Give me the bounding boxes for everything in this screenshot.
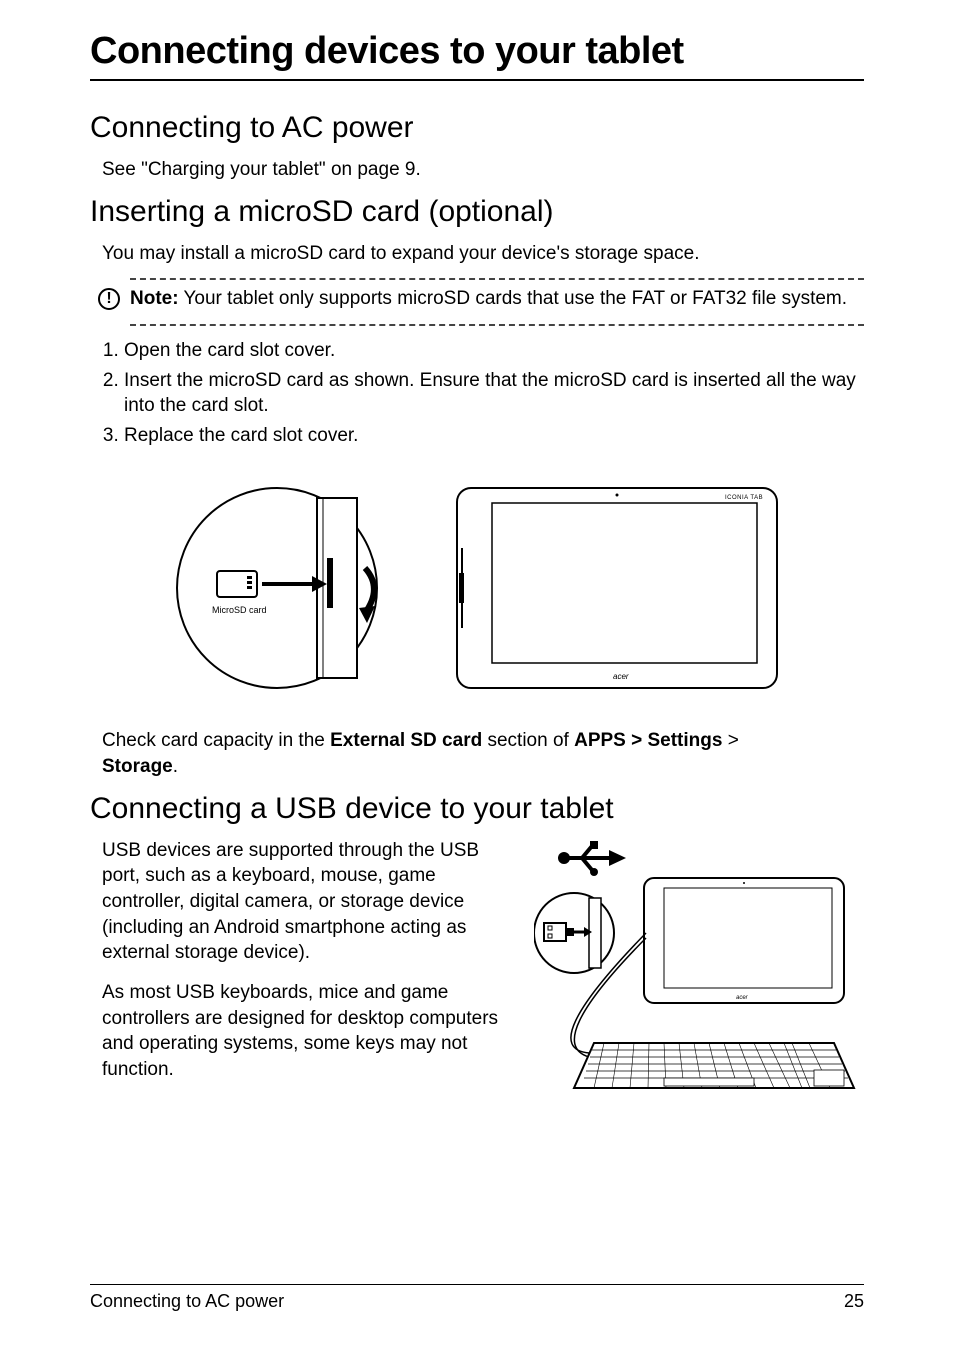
- note-label: Note:: [130, 288, 179, 309]
- figure-tablet-front: ICONIA TAB acer: [447, 478, 787, 698]
- sd-card-label: MicroSD card: [212, 605, 267, 615]
- text-bold: APPS > Settings: [574, 730, 722, 751]
- text-span: Check card capacity in the: [102, 730, 330, 751]
- tablet-brand-text: acer: [613, 672, 629, 681]
- tablet-brand-text-small: acer: [736, 995, 749, 1001]
- list-item: Insert the microSD card as shown. Ensure…: [124, 368, 864, 419]
- footer-page-number: 25: [844, 1291, 864, 1312]
- alert-icon: !: [98, 288, 120, 310]
- tablet-model-text: ICONIA TAB: [725, 495, 763, 501]
- paragraph-usb-2: As most USB keyboards, mice and game con…: [102, 980, 514, 1083]
- note-text: Note: Your tablet only supports microSD …: [130, 280, 864, 318]
- paragraph-usb-1: USB devices are supported through the US…: [102, 838, 514, 966]
- note-block: ! Note: Your tablet only supports microS…: [100, 278, 864, 326]
- text-bold: External SD card: [330, 730, 482, 751]
- text-span: section of: [482, 730, 574, 751]
- figure-usb-keyboard: acer: [534, 838, 864, 1108]
- footer-section-name: Connecting to AC power: [90, 1291, 284, 1312]
- page-footer: Connecting to AC power 25: [90, 1284, 864, 1312]
- text-span: .: [173, 756, 178, 777]
- heading-usb: Connecting a USB device to your tablet: [90, 792, 864, 826]
- steps-list: Open the card slot cover. Insert the mic…: [102, 338, 864, 449]
- paragraph-microsd-intro: You may install a microSD card to expand…: [102, 241, 864, 267]
- text-span: >: [722, 730, 738, 751]
- heading-ac-power: Connecting to AC power: [90, 111, 864, 145]
- list-item: Replace the card slot cover.: [124, 423, 864, 449]
- paragraph-ac-power: See "Charging your tablet" on page 9.: [102, 157, 864, 183]
- note-body: Your tablet only supports microSD cards …: [179, 288, 847, 309]
- page-title: Connecting devices to your tablet: [90, 30, 864, 81]
- note-divider-bottom: [130, 324, 864, 326]
- text-bold: Storage: [102, 756, 173, 777]
- list-item: Open the card slot cover.: [124, 338, 864, 364]
- heading-microsd: Inserting a microSD card (optional): [90, 195, 864, 229]
- figure-sd-insert: MicroSD card: [167, 478, 417, 698]
- check-capacity-text: Check card capacity in the External SD c…: [102, 728, 864, 779]
